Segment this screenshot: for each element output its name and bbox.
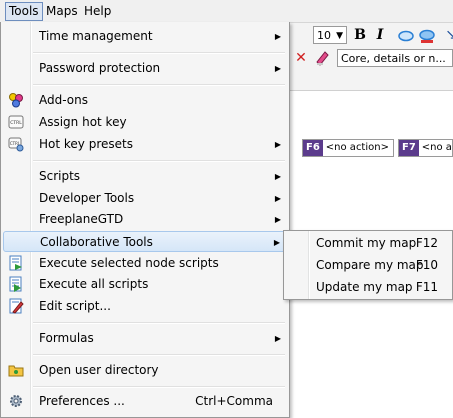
fkey-action: <no action> xyxy=(325,142,389,153)
submenu-item-commit-my-map[interactable]: Commit my map F12 xyxy=(286,233,452,254)
menu-item-collaborative-tools[interactable]: Collaborative Tools ▶ xyxy=(3,231,287,252)
fkey-label: F7 xyxy=(399,140,419,156)
node-style-select[interactable]: Core, details or n... xyxy=(337,49,453,67)
menu-item-label: Update my map xyxy=(316,280,413,294)
menu-separator xyxy=(33,354,285,356)
font-size-select[interactable]: 10 ▼ xyxy=(313,26,347,44)
menu-item-label: Assign hot key xyxy=(39,115,127,129)
menu-item-label: Time management xyxy=(39,29,153,43)
submenu-arrow-icon: ▶ xyxy=(274,140,281,149)
addons-icon xyxy=(8,92,24,108)
menu-item-label: Execute selected node scripts xyxy=(39,256,219,270)
execute-selected-scripts-icon xyxy=(8,255,24,271)
menu-separator xyxy=(33,386,285,388)
menu-item-accelerator: F12 xyxy=(415,236,438,250)
gear-icon xyxy=(8,393,24,409)
submenu-arrow-icon: ▶ xyxy=(274,194,281,203)
fkey-f7-button[interactable]: F7 <no a xyxy=(398,139,453,157)
menu-item-developer-tools[interactable]: Developer Tools ▶ xyxy=(3,188,287,209)
menu-item-formulas[interactable]: Formulas ▶ xyxy=(3,328,287,349)
submenu-arrow-icon: ▶ xyxy=(274,64,281,73)
menu-item-label: Preferences ... xyxy=(39,394,125,408)
submenu-arrow-icon: ▶ xyxy=(273,238,280,247)
ctrl-key-icon: CTRL xyxy=(8,114,24,130)
tools-menu: Time management ▶ Password protection ▶ … xyxy=(0,22,290,418)
menu-item-label: FreeplaneGTD xyxy=(39,212,124,226)
menu-help[interactable]: Help xyxy=(81,3,114,20)
menu-bar: Tools Maps Help xyxy=(0,0,453,23)
menu-item-label: Scripts xyxy=(39,169,81,183)
menu-item-label: Edit script... xyxy=(39,299,111,313)
menu-item-accelerator: Ctrl+Comma xyxy=(195,394,273,408)
menu-item-scripts[interactable]: Scripts ▶ xyxy=(3,166,287,187)
edit-script-icon xyxy=(8,298,24,314)
menu-item-time-management[interactable]: Time management ▶ xyxy=(3,26,287,47)
eraser-icon[interactable] xyxy=(313,49,331,67)
menu-item-edit-script[interactable]: Edit script... xyxy=(3,296,287,317)
submenu-item-compare-my-map[interactable]: Compare my map F10 xyxy=(286,255,452,276)
remove-icon[interactable]: ✕ xyxy=(292,49,310,67)
menu-item-assign-hot-key[interactable]: CTRL Assign hot key xyxy=(3,112,287,133)
menu-item-execute-all-scripts[interactable]: Execute all scripts xyxy=(3,274,287,295)
menu-item-label: Formulas xyxy=(39,331,94,345)
menu-separator xyxy=(33,52,285,54)
submenu-item-update-my-map[interactable]: Update my map F11 xyxy=(286,277,452,298)
collaborative-tools-submenu: Commit my map F12 Compare my map F10 Upd… xyxy=(283,230,453,300)
menu-item-open-user-directory[interactable]: Open user directory xyxy=(3,360,287,381)
fkey-f6-button[interactable]: F6 <no action> xyxy=(302,139,394,157)
menu-separator xyxy=(33,84,285,86)
menu-item-freeplanegtd[interactable]: FreeplaneGTD ▶ xyxy=(3,209,287,230)
menu-item-label: Commit my map xyxy=(316,236,417,250)
menu-item-accelerator: F11 xyxy=(415,280,438,294)
cloud-icon[interactable] xyxy=(397,26,415,44)
menu-item-label: Compare my map xyxy=(316,258,424,272)
folder-icon xyxy=(8,362,24,378)
submenu-arrow-icon: ▶ xyxy=(274,32,281,41)
menu-separator xyxy=(33,322,285,324)
menu-item-preferences[interactable]: Preferences ... Ctrl+Comma xyxy=(3,391,287,412)
menu-item-label: Password protection xyxy=(39,61,161,75)
menu-item-label: Add-ons xyxy=(39,93,88,107)
menu-item-label: Execute all scripts xyxy=(39,277,149,291)
menu-item-password-protection[interactable]: Password protection ▶ xyxy=(3,58,287,79)
italic-button[interactable]: I xyxy=(371,26,389,44)
menu-item-execute-selected-node-scripts[interactable]: Execute selected node scripts xyxy=(3,253,287,274)
menu-item-label: Open user directory xyxy=(39,363,159,377)
node-style-value: Core, details or n... xyxy=(341,52,446,65)
menu-tools[interactable]: Tools xyxy=(5,2,43,21)
ctrl-key-settings-icon: CTRL xyxy=(8,136,24,152)
arrow-icon[interactable]: ↘ xyxy=(442,26,453,44)
menu-item-label: Developer Tools xyxy=(39,191,135,205)
menu-item-label: Collaborative Tools xyxy=(40,235,153,249)
cloud-color-icon[interactable] xyxy=(418,26,436,44)
menu-separator xyxy=(33,160,285,162)
execute-all-scripts-icon xyxy=(8,276,24,292)
font-size-value: 10 xyxy=(317,29,331,42)
menu-item-label: Hot key presets xyxy=(39,137,133,151)
submenu-arrow-icon: ▶ xyxy=(274,172,281,181)
bold-button[interactable]: B xyxy=(351,26,369,44)
chevron-down-icon: ▼ xyxy=(336,31,343,41)
menu-item-add-ons[interactable]: Add-ons xyxy=(3,90,287,111)
submenu-arrow-icon: ▶ xyxy=(274,334,281,343)
menu-item-accelerator: F10 xyxy=(415,258,438,272)
fkey-action: <no a xyxy=(421,142,452,153)
submenu-arrow-icon: ▶ xyxy=(274,215,281,224)
fkey-label: F6 xyxy=(303,140,323,156)
menu-item-hot-key-presets[interactable]: CTRL Hot key presets ▶ xyxy=(3,134,287,155)
svg-text:CTRL: CTRL xyxy=(10,120,22,126)
menu-maps[interactable]: Maps xyxy=(43,3,81,20)
